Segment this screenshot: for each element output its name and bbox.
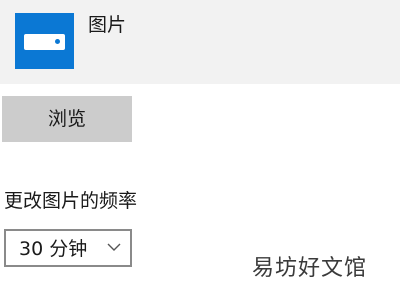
picture-label: 图片 xyxy=(88,14,127,36)
interval-dropdown[interactable]: 30 分钟 xyxy=(4,229,132,267)
change-frequency-label: 更改图片的频率 xyxy=(4,190,138,212)
chevron-down-icon xyxy=(107,243,121,251)
browse-button[interactable]: 浏览 xyxy=(2,96,132,142)
interval-selected-value: 30 分钟 xyxy=(19,238,88,260)
image-placeholder-icon xyxy=(24,34,65,50)
picture-preview-row: 图片 xyxy=(0,0,400,84)
picture-preview-tile xyxy=(15,13,74,69)
watermark-text: 易坊好文馆 xyxy=(252,256,368,281)
